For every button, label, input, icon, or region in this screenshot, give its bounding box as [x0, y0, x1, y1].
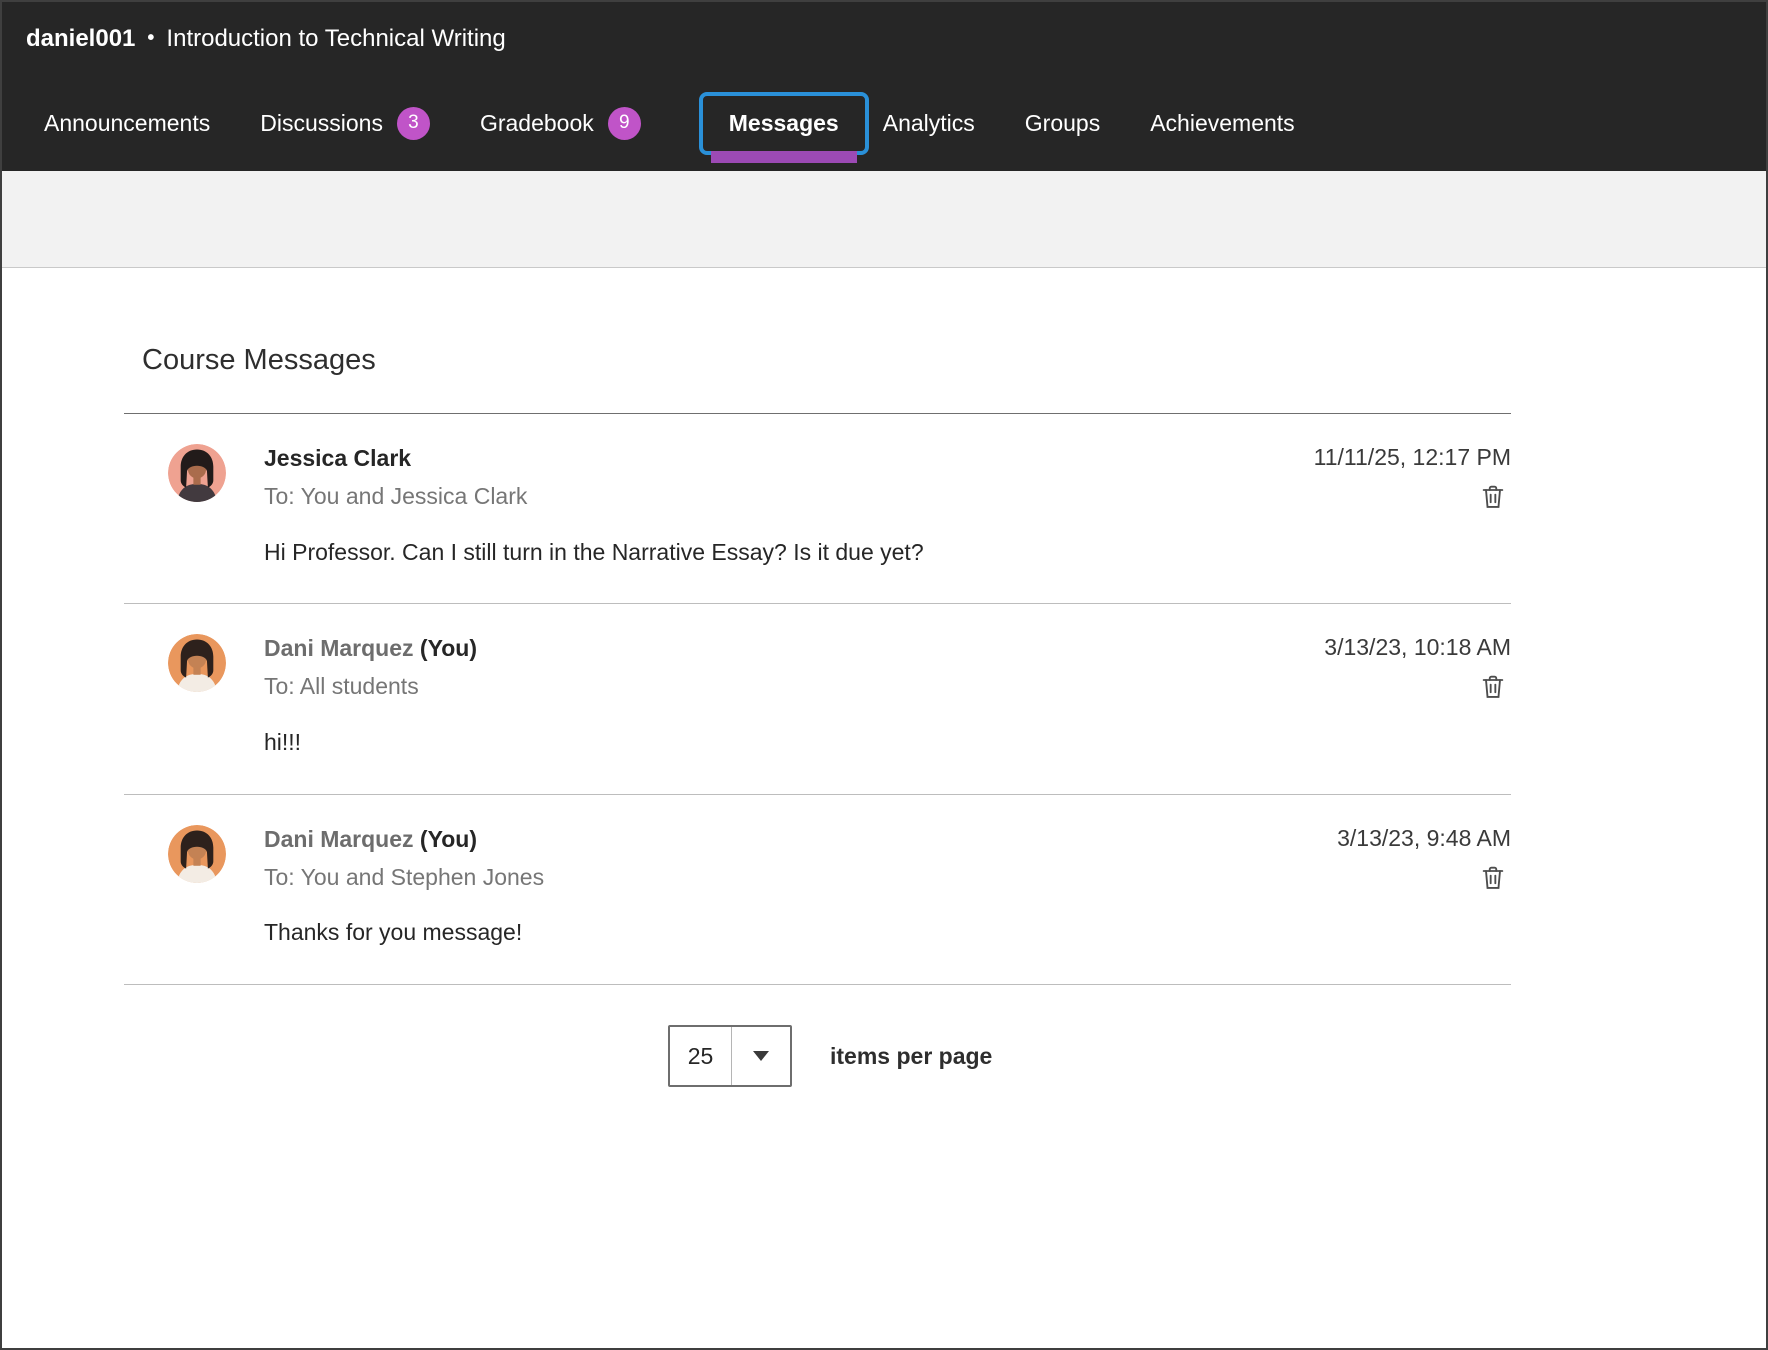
pagination: 25 items per page	[124, 1025, 1511, 1087]
tab-label: Gradebook	[480, 110, 594, 137]
message-sender-line: Dani Marquez (You)	[264, 825, 1511, 854]
tab-label: Discussions	[260, 110, 383, 137]
message-sender: Jessica Clark	[264, 445, 411, 471]
message-timestamp: 11/11/25, 12:17 PM	[1314, 444, 1511, 471]
message-sender: Dani Marquez	[264, 826, 414, 852]
message-recipients: To: You and Jessica Clark	[264, 482, 1511, 511]
items-per-page-label: items per page	[830, 1043, 992, 1070]
course-messages-panel: Course Messages Jessica Clark	[2, 344, 1766, 1087]
avatar	[168, 444, 226, 502]
course-nav: Announcements Discussions 3 Gradebook 9 …	[2, 75, 1766, 171]
tab-label: Groups	[1025, 110, 1100, 137]
page-title: Course Messages	[142, 344, 1511, 377]
delete-message-button[interactable]	[1477, 480, 1511, 514]
message-body: hi!!!	[264, 728, 1511, 758]
title-separator: •	[147, 27, 154, 50]
tab-label: Analytics	[883, 110, 975, 137]
tab-messages[interactable]: Messages	[699, 92, 869, 155]
message-body: Thanks for you message!	[264, 918, 1511, 948]
user-id: daniel001	[26, 25, 135, 53]
tab-label: Messages	[729, 110, 839, 137]
course-title: Introduction to Technical Writing	[166, 25, 505, 53]
delete-message-button[interactable]	[1477, 670, 1511, 704]
tab-label: Achievements	[1150, 110, 1294, 137]
message-recipients: To: All students	[264, 672, 1511, 701]
message-list: Jessica Clark To: You and Jessica Clark …	[124, 414, 1511, 985]
items-per-page-select[interactable]: 25	[668, 1025, 792, 1087]
course-page: daniel001 • Introduction to Technical Wr…	[0, 0, 1768, 1350]
message-recipients: To: You and Stephen Jones	[264, 863, 1511, 892]
message-body: Hi Professor. Can I still turn in the Na…	[264, 538, 1511, 568]
tab-analytics[interactable]: Analytics	[883, 100, 975, 147]
discussions-count-badge: 3	[397, 107, 430, 140]
trash-icon	[1479, 673, 1507, 701]
message-row[interactable]: Dani Marquez (You) To: All students hi!!…	[124, 604, 1511, 794]
tab-label: Announcements	[44, 110, 210, 137]
message-row[interactable]: Dani Marquez (You) To: You and Stephen J…	[124, 795, 1511, 985]
items-per-page-value: 25	[670, 1027, 732, 1085]
active-tab-indicator	[711, 151, 857, 163]
chevron-down-icon	[732, 1027, 790, 1085]
sub-header-band	[2, 171, 1766, 268]
gradebook-count-badge: 9	[608, 107, 641, 140]
message-sender-you: (You)	[420, 635, 477, 661]
tab-achievements[interactable]: Achievements	[1150, 100, 1294, 147]
tab-groups[interactable]: Groups	[1025, 100, 1100, 147]
message-sender: Dani Marquez	[264, 635, 414, 661]
message-timestamp: 3/13/23, 10:18 AM	[1324, 634, 1511, 661]
tab-discussions[interactable]: Discussions 3	[260, 97, 430, 150]
top-bar: daniel001 • Introduction to Technical Wr…	[2, 2, 1766, 75]
message-sender-you: (You)	[420, 826, 477, 852]
tab-gradebook[interactable]: Gradebook 9	[480, 97, 641, 150]
avatar	[168, 634, 226, 692]
trash-icon	[1479, 483, 1507, 511]
tab-announcements[interactable]: Announcements	[44, 100, 210, 147]
trash-icon	[1479, 864, 1507, 892]
message-row[interactable]: Jessica Clark To: You and Jessica Clark …	[124, 414, 1511, 604]
avatar	[168, 825, 226, 883]
message-timestamp: 3/13/23, 9:48 AM	[1337, 825, 1511, 852]
delete-message-button[interactable]	[1477, 861, 1511, 895]
